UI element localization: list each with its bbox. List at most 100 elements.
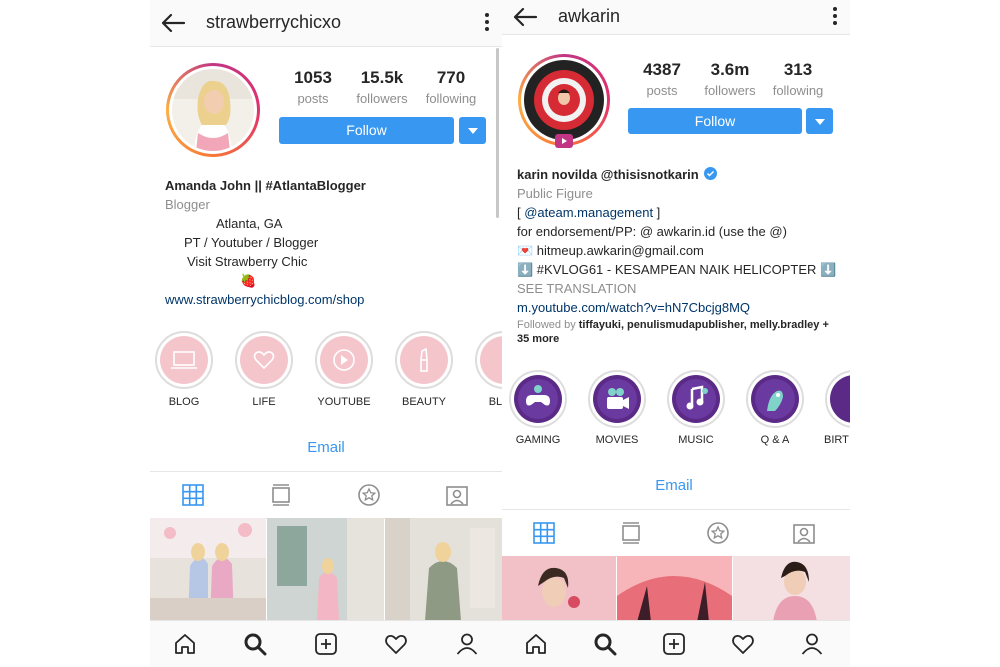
back-arrow-icon[interactable] [512,4,538,30]
post-thumbnail-2[interactable] [267,518,384,621]
highlight-birthday[interactable] [825,370,850,428]
bio-management-line: [ @ateam.management ] [517,203,847,222]
profile-website-link[interactable]: m.youtube.com/watch?v=hN7Cbcjg8MQ [517,298,847,317]
laptop-icon [160,336,208,384]
saved-star-icon[interactable] [358,484,380,506]
lipstick-icon [400,336,448,384]
stat-followers[interactable]: 3.6m followers [695,60,765,100]
feed-view-icon[interactable] [620,522,642,544]
followers-label: followers [356,91,408,106]
highlight-youtube[interactable] [315,331,373,389]
profile-username: strawberrychicxo [206,12,342,32]
profile-bio: karin novilda @thisisnotkarin Public Fig… [517,165,847,317]
game-controller-icon [514,375,562,423]
music-note-icon [672,375,720,423]
profile-icon[interactable] [800,632,824,656]
home-icon[interactable] [524,632,548,656]
grid-icon[interactable] [182,484,204,506]
tagged-icon[interactable] [446,484,468,506]
followers-count: 3.6m [710,60,750,79]
top-bar: strawberrychicxo [150,0,502,47]
igtv-badge-icon[interactable] [555,134,573,148]
add-post-icon[interactable] [314,632,338,656]
bio-endorsement-line: for endorsement/PP: @ awkarin.id (use th… [517,224,787,239]
activity-heart-icon[interactable] [384,632,408,656]
profile-full-name-row: karin novilda @thisisnotkarin [517,165,847,184]
post-thumbnail-1[interactable] [502,556,616,622]
posts-count: 1053 [294,68,332,87]
stat-following[interactable]: 313 following [763,60,833,100]
post-thumbnail-3[interactable] [733,556,850,622]
bio-line-visit: Visit Strawberry Chic [187,254,308,269]
highlight-life[interactable] [235,331,293,389]
post-thumbnail-3[interactable] [385,518,502,621]
more-options-icon[interactable] [832,6,838,26]
strawberry-emoji: 🍓 [240,273,257,288]
stat-posts: 1053 posts [278,68,348,108]
suggested-accounts-dropdown-button[interactable] [459,117,486,144]
profile-tabs [502,509,850,557]
more-options-icon[interactable] [484,12,490,32]
profile-screen-awkarin: awkarin 4387 posts 3.6m followers 313 fo… [502,0,850,667]
scrollbar[interactable] [496,48,499,218]
bio-vlog-line: ⬇️ #KVLOG61 - KESAMPEAN NAIK HELICOPTER … [517,262,837,277]
highlight-qa[interactable] [746,370,804,428]
bracket-close: ] [653,205,661,220]
followed-by-prefix: Followed by [517,319,576,331]
followers-count: 15.5k [360,68,404,87]
suggested-accounts-dropdown-button[interactable] [806,108,833,134]
profile-category: Blogger [165,197,210,212]
highlight-blog[interactable] [155,331,213,389]
highlight-label: GAMING [515,434,561,446]
followed-by-text[interactable]: Followed by tiffayuki, penulismudapublis… [517,318,842,346]
post-thumbnail-2[interactable] [617,556,732,622]
bottle-icon [480,336,502,384]
profile-username: awkarin [558,6,621,26]
chameleon-icon [751,375,799,423]
verified-badge-icon [704,167,718,180]
see-translation-link[interactable]: SEE TRANSLATION [517,279,847,298]
highlight-movies[interactable] [588,370,646,428]
profile-icon[interactable] [455,632,479,656]
posts-count: 4387 [643,60,681,79]
profile-website-link[interactable]: www.strawberrychicblog.com/shop [165,290,495,309]
tagged-icon[interactable] [793,522,815,544]
stat-following[interactable]: 770 following [416,68,486,108]
management-mention-link[interactable]: @ateam.management [524,205,653,220]
profile-avatar[interactable] [518,54,610,146]
add-post-icon[interactable] [662,632,686,656]
feed-view-icon[interactable] [270,484,292,506]
highlight-label: BLOG [488,396,502,408]
highlight-gaming[interactable] [509,370,567,428]
bottom-navigation [502,620,850,667]
email-button[interactable]: Email [150,439,502,456]
top-bar: awkarin [502,0,850,35]
search-icon[interactable] [593,632,617,656]
email-button[interactable]: Email [502,477,846,494]
following-count: 313 [783,60,813,79]
follow-button[interactable]: Follow [628,108,802,134]
stat-followers[interactable]: 15.5k followers [347,68,417,108]
highlight-beauty[interactable] [395,331,453,389]
post-thumbnail-1[interactable] [150,518,266,621]
home-icon[interactable] [173,632,197,656]
saved-star-icon[interactable] [707,522,729,544]
highlight-label: BLOG [168,396,200,408]
birthday-icon [830,375,850,423]
highlight-music[interactable] [667,370,725,428]
highlight-label: LIFE [252,396,276,408]
highlight-label: Q & A [760,434,790,446]
posts-label: posts [297,91,329,106]
activity-heart-icon[interactable] [731,632,755,656]
profile-avatar[interactable] [166,63,260,157]
back-arrow-icon[interactable] [160,10,186,36]
following-count: 770 [436,68,466,87]
search-icon[interactable] [243,632,267,656]
bio-line-location: Atlanta, GA [216,216,283,231]
follow-button[interactable]: Follow [279,117,454,144]
play-icon [320,336,368,384]
profile-full-name: Amanda John || #AtlantaBlogger [165,178,366,193]
profile-full-name: karin novilda @thisisnotkarin [517,167,699,182]
grid-icon[interactable] [533,522,555,544]
highlight-blog-2[interactable] [475,331,502,389]
